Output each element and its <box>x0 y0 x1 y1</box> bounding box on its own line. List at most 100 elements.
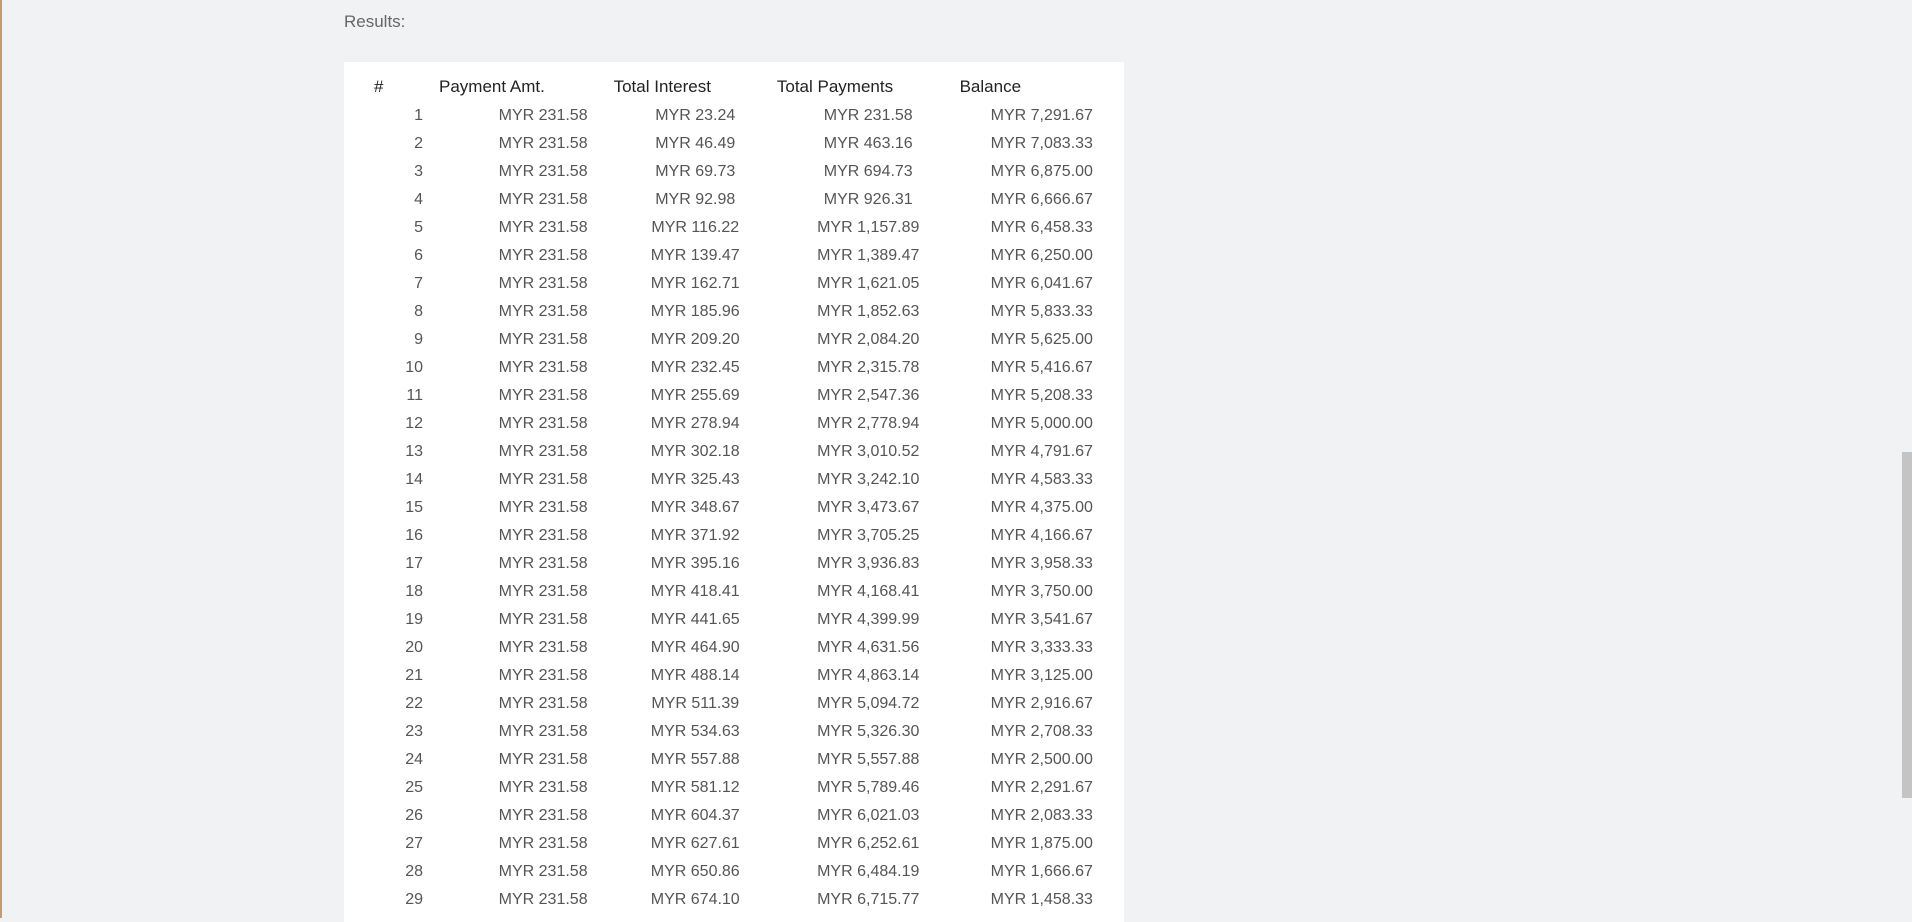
row-number-cell: 6 <box>414 247 423 264</box>
total-interest-cell: MYR 209.20 <box>650 331 740 348</box>
total-payments-cell: MYR 6,021.03 <box>817 807 920 824</box>
balance-cell: MYR 4,166.67 <box>990 527 1093 544</box>
total-payments-cell: MYR 6,484.19 <box>817 863 920 880</box>
header-balance: Balance <box>959 77 1022 96</box>
total-payments-cell: MYR 4,399.99 <box>817 611 920 628</box>
balance-cell: MYR 6,666.67 <box>990 191 1093 208</box>
payment-amt-cell: MYR 231.58 <box>498 247 588 264</box>
table-row: 10 MYR 231.58 MYR 232.45 MYR 2,315.78 MYR 5,… <box>344 354 1124 382</box>
total-interest-cell: MYR 557.88 <box>650 751 740 768</box>
payment-amt-cell: MYR 231.58 <box>498 163 588 180</box>
table-row: 17 MYR 231.58 MYR 395.16 MYR 3,936.83 MYR 3,… <box>344 550 1124 578</box>
scrollbar-thumb[interactable] <box>1902 452 1912 798</box>
total-interest-cell: MYR 627.61 <box>650 835 740 852</box>
total-interest-cell: MYR 325.43 <box>650 471 740 488</box>
balance-cell: MYR 3,958.33 <box>990 555 1093 572</box>
total-interest-cell: MYR 69.73 <box>655 163 736 180</box>
table-header-row: # Payment Amt. Total Interest Total Paym… <box>344 72 1124 102</box>
total-payments-cell: MYR 231.58 <box>823 107 913 124</box>
row-number-cell: 11 <box>406 387 423 404</box>
table-row: 9 MYR 231.58 MYR 209.20 MYR 2,084.20 MYR 5,6… <box>344 326 1124 354</box>
table-row: 20 MYR 231.58 MYR 464.90 MYR 4,631.56 MYR 3,… <box>344 634 1124 662</box>
payment-amt-cell: MYR 231.58 <box>498 779 588 796</box>
table-row: 1 MYR 231.58 MYR 23.24 MYR 231.58 MYR 7,291.… <box>344 102 1124 130</box>
vertical-scrollbar[interactable] <box>1902 0 1912 918</box>
total-interest-cell: MYR 441.65 <box>650 611 740 628</box>
row-number-cell: 18 <box>405 583 423 600</box>
balance-cell: MYR 5,000.00 <box>990 415 1093 432</box>
total-payments-cell: MYR 6,252.61 <box>817 835 920 852</box>
total-payments-cell: MYR 5,789.46 <box>817 779 920 796</box>
table-row: 29 MYR 231.58 MYR 674.10 MYR 6,715.77 MYR 1,… <box>344 886 1124 914</box>
total-payments-cell: MYR 6,715.77 <box>817 891 920 908</box>
balance-cell: MYR 3,750.00 <box>990 583 1093 600</box>
row-number-cell: 29 <box>405 891 423 908</box>
total-payments-cell: MYR 2,315.78 <box>817 359 920 376</box>
row-number-cell: 20 <box>405 639 423 656</box>
row-number-cell: 7 <box>414 275 423 292</box>
row-number-cell: 10 <box>405 359 423 376</box>
table-row: 12 MYR 231.58 MYR 278.94 MYR 2,778.94 MYR 5,… <box>344 410 1124 438</box>
total-interest-cell: MYR 348.67 <box>650 499 740 516</box>
total-interest-cell: MYR 278.94 <box>650 415 740 432</box>
total-payments-cell: MYR 5,326.30 <box>817 723 920 740</box>
row-number-cell: 25 <box>405 779 423 796</box>
total-interest-cell: MYR 371.92 <box>650 527 740 544</box>
table-row: 4 MYR 231.58 MYR 92.98 MYR 926.31 MYR 6,666.… <box>344 186 1124 214</box>
total-interest-cell: MYR 23.24 <box>655 107 736 124</box>
row-number-cell: 28 <box>405 863 423 880</box>
row-number-cell: 15 <box>405 499 423 516</box>
row-number-cell: 27 <box>405 835 423 852</box>
table-row: 2 MYR 231.58 MYR 46.49 MYR 463.16 MYR 7,083.… <box>344 130 1124 158</box>
table-row: 5 MYR 231.58 MYR 116.22 MYR 1,157.89 MYR 6,4… <box>344 214 1124 242</box>
payment-amt-cell: MYR 231.58 <box>498 107 588 124</box>
balance-cell: MYR 2,083.33 <box>990 807 1093 824</box>
table-row: 18 MYR 231.58 MYR 418.41 MYR 4,168.41 MYR 3,… <box>344 578 1124 606</box>
total-payments-cell: MYR 1,621.05 <box>817 275 920 292</box>
row-number-cell: 13 <box>405 443 423 460</box>
balance-cell: MYR 3,541.67 <box>990 611 1093 628</box>
balance-cell: MYR 1,875.00 <box>990 835 1093 852</box>
payment-amt-cell: MYR 231.58 <box>498 275 588 292</box>
total-interest-cell: MYR 46.49 <box>655 135 736 152</box>
table-row: 23 MYR 231.58 MYR 534.63 MYR 5,326.30 MYR 2,… <box>344 718 1124 746</box>
total-payments-cell: MYR 4,863.14 <box>817 667 920 684</box>
total-interest-cell: MYR 116.22 <box>651 219 740 236</box>
row-number-cell: 19 <box>405 611 423 628</box>
total-payments-cell: MYR 3,936.83 <box>817 555 920 572</box>
payment-amt-cell: MYR 231.58 <box>498 807 588 824</box>
payment-amt-cell: MYR 231.58 <box>498 611 588 628</box>
balance-cell: MYR 3,333.33 <box>990 639 1093 656</box>
payment-amt-cell: MYR 231.58 <box>498 667 588 684</box>
table-body: 1 MYR 231.58 MYR 23.24 MYR 231.58 MYR 7,291.… <box>344 102 1124 914</box>
results-label: Results: <box>344 12 406 31</box>
table-row: 15 MYR 231.58 MYR 348.67 MYR 3,473.67 MYR 4,… <box>344 494 1124 522</box>
total-payments-cell: MYR 1,157.89 <box>817 219 920 236</box>
row-number-cell: 8 <box>414 303 423 320</box>
total-payments-cell: MYR 1,852.63 <box>817 303 920 320</box>
payment-amt-cell: MYR 231.58 <box>498 639 588 656</box>
balance-cell: MYR 2,708.33 <box>990 723 1093 740</box>
total-payments-cell: MYR 3,010.52 <box>817 443 920 460</box>
row-number-cell: 9 <box>414 331 423 348</box>
header-number: # <box>374 77 384 96</box>
balance-cell: MYR 4,583.33 <box>990 471 1093 488</box>
amortization-table-card: # Payment Amt. Total Interest Total Paym… <box>344 62 1124 922</box>
table-row: 7 MYR 231.58 MYR 162.71 MYR 1,621.05 MYR 6,0… <box>344 270 1124 298</box>
balance-cell: MYR 2,291.67 <box>990 779 1093 796</box>
payment-amt-cell: MYR 231.58 <box>498 443 588 460</box>
total-interest-cell: MYR 650.86 <box>650 863 740 880</box>
header-total-interest: Total Interest <box>613 77 711 96</box>
total-payments-cell: MYR 1,389.47 <box>817 247 920 264</box>
row-number-cell: 3 <box>414 163 423 180</box>
balance-cell: MYR 4,375.00 <box>990 499 1093 516</box>
table-row: 6 MYR 231.58 MYR 139.47 MYR 1,389.47 MYR 6,2… <box>344 242 1124 270</box>
table-row: 13 MYR 231.58 MYR 302.18 MYR 3,010.52 MYR 4,… <box>344 438 1124 466</box>
balance-cell: MYR 7,291.67 <box>990 107 1093 124</box>
balance-cell: MYR 1,666.67 <box>990 863 1093 880</box>
total-payments-cell: MYR 3,473.67 <box>817 499 920 516</box>
balance-cell: MYR 1,458.33 <box>990 891 1093 908</box>
total-interest-cell: MYR 604.37 <box>650 807 740 824</box>
payment-amt-cell: MYR 231.58 <box>498 415 588 432</box>
row-number-cell: 17 <box>405 555 423 572</box>
